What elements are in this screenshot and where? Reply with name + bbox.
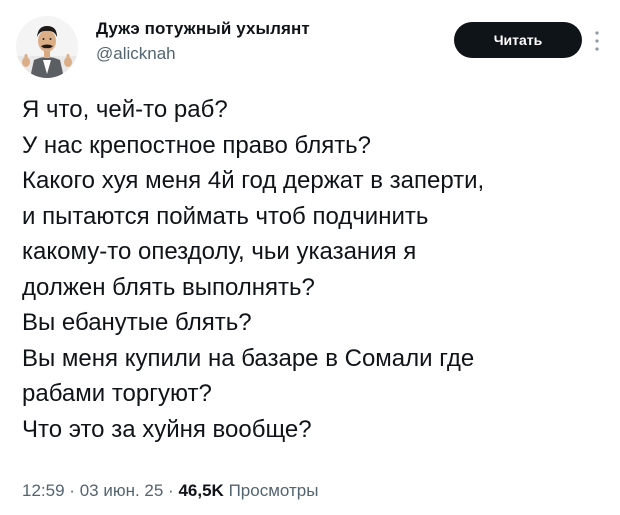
meta-separator: · — [69, 481, 75, 500]
avatar-image — [16, 16, 78, 78]
tweet-text-line: должен блять выполнять? — [22, 273, 315, 301]
tweet-text: Я что, чей-то раб? У нас крепостное прав… — [22, 92, 602, 447]
author-handle[interactable]: @alicknah — [96, 42, 310, 66]
tweet-date[interactable]: 03 июн. 25 — [80, 481, 164, 500]
tweet-text-line: Какого хуя меня 4й год держат в заперти, — [22, 167, 485, 194]
tweet-text-line: какому-то опездолу, чьи указания я — [22, 238, 417, 265]
views-count: 46,5K — [178, 481, 224, 500]
tweet-text-line: и пытаются поймать чтоб подчинить — [22, 202, 429, 230]
meta-separator: · — [168, 481, 174, 500]
tweet-text-line: Я что, чей-то раб? — [22, 96, 228, 123]
tweet-text-line: У нас крепостное право блять? — [22, 131, 372, 159]
tweet-header: Дужэ потужный ухылянт @alicknah Читать — [16, 10, 604, 78]
read-button[interactable]: Читать — [454, 22, 582, 58]
tweet-text-line: Что это за хуйня вообще? — [22, 415, 312, 443]
tweet: Дужэ потужный ухылянт @alicknah Читать Я… — [0, 0, 620, 515]
more-options-icon[interactable] — [590, 28, 604, 54]
tweet-text-line: Вы ебанутые блять? — [22, 309, 252, 336]
author-block: Дужэ потужный ухылянт @alicknah — [96, 18, 310, 66]
author-display-name[interactable]: Дужэ потужный ухылянт — [96, 18, 310, 40]
tweet-text-line: рабами торгуют? — [22, 380, 212, 407]
views-label[interactable]: Просмотры — [229, 481, 319, 500]
tweet-meta: 12:59 · 03 июн. 25 · 46,5K Просмотры — [22, 480, 318, 502]
tweet-text-line: Вы меня купили на базаре в Сомали где — [22, 344, 475, 372]
avatar[interactable] — [16, 16, 78, 78]
tweet-time[interactable]: 12:59 — [22, 481, 65, 500]
